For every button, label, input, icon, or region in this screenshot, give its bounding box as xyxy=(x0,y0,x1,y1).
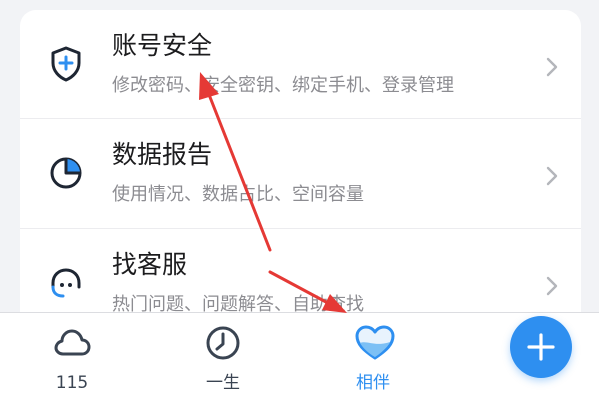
tab-label-active: 相伴 xyxy=(356,373,390,393)
menu-item-subtitle: 修改密码、安全密钥、绑定手机、登录管理 xyxy=(112,75,454,96)
cloud-icon xyxy=(52,323,92,363)
menu-item-account-security[interactable]: 账号安全 修改密码、安全密钥、绑定手机、登录管理 xyxy=(20,10,581,118)
chevron-right-icon xyxy=(545,56,559,78)
tab-yisheng[interactable]: 一生 xyxy=(168,313,278,400)
tab-115[interactable]: 115 xyxy=(17,313,127,400)
menu-item-subtitle: 使用情况、数据占比、空间容量 xyxy=(112,184,364,205)
tab-xiangban[interactable]: 相伴 xyxy=(318,313,428,400)
settings-card: 账号安全 修改密码、安全密钥、绑定手机、登录管理 数据报告 使用情况、数据占比、… xyxy=(20,10,581,340)
plus-icon xyxy=(527,333,555,361)
add-button[interactable] xyxy=(510,316,572,378)
menu-item-title: 数据报告 xyxy=(112,140,213,169)
bottom-tab-bar: 115 一生 相伴 xyxy=(0,312,599,400)
headset-icon xyxy=(46,263,86,303)
chevron-right-icon xyxy=(545,275,559,297)
pie-chart-icon xyxy=(46,153,86,193)
tab-label: 一生 xyxy=(206,373,240,393)
chevron-right-icon xyxy=(545,165,559,187)
menu-item-title: 找客服 xyxy=(112,250,188,279)
menu-item-title: 账号安全 xyxy=(112,31,213,60)
heart-icon xyxy=(353,323,395,363)
tab-label: 115 xyxy=(55,373,89,393)
menu-item-data-report[interactable]: 数据报告 使用情况、数据占比、空间容量 xyxy=(20,119,581,227)
shield-plus-icon xyxy=(46,44,86,84)
clock-icon xyxy=(203,323,243,363)
